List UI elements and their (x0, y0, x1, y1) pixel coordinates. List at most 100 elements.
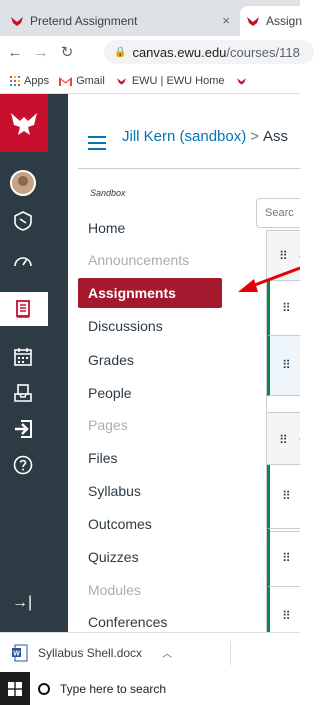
admin-nav[interactable] (8, 206, 38, 236)
url-host: canvas.ewu.edu (132, 44, 227, 60)
chevron-down-icon[interactable]: ⌄ (297, 249, 300, 262)
calendar-nav[interactable] (8, 342, 38, 372)
word-document-icon: W (12, 644, 28, 661)
drag-handle-icon[interactable]: ⠿ (282, 489, 291, 503)
windows-logo-icon (8, 681, 22, 696)
ewu-eagle-icon (11, 17, 23, 26)
course-nav-home[interactable]: Home (88, 220, 125, 236)
ewu-eagle-logo-icon (11, 113, 37, 135)
tab-title: Pretend Assignment (30, 14, 138, 28)
course-nav-announcements[interactable]: Announcements (88, 252, 189, 268)
account-avatar[interactable] (8, 168, 38, 198)
shield-icon (14, 211, 32, 231)
start-button[interactable] (0, 672, 30, 705)
bookmark-label: EWU | EWU Home (131, 74, 225, 87)
browser-tab[interactable]: Pretend Assignment × (10, 6, 238, 36)
dashboard-gauge-icon (14, 257, 32, 267)
assignment-row[interactable]: ⠿ (267, 529, 300, 587)
global-navigation: →| (0, 94, 68, 632)
browser-tab-strip: Pretend Assignment × Assign (0, 0, 310, 36)
lock-icon: 🔒 (114, 46, 127, 58)
header-divider (78, 168, 300, 169)
chevron-down-icon[interactable]: ⌄ (297, 431, 300, 444)
drag-handle-icon[interactable]: ⠿ (282, 551, 291, 565)
course-nav-syllabus[interactable]: Syllabus (88, 483, 141, 499)
browser-tab-active[interactable]: Assign (240, 6, 310, 36)
course-content: Jill Kern (sandbox) > Ass Sandbox Home Ann… (68, 94, 300, 632)
hamburger-menu-icon[interactable] (88, 136, 106, 150)
drag-handle-icon[interactable]: ⠿ (282, 609, 291, 623)
downloads-bar: W Syllabus Shell.docx ︿ (0, 632, 300, 672)
windows-taskbar: Type here to search (0, 672, 300, 705)
course-nav-conferences[interactable]: Conferences (88, 614, 167, 630)
close-tab-icon[interactable]: × (222, 13, 230, 28)
drag-handle-icon[interactable]: ⠿ (282, 301, 291, 315)
dashboard-nav[interactable] (8, 246, 38, 276)
breadcrumb-course-link[interactable]: Jill Kern (sandbox) (122, 128, 246, 145)
course-nav-grades[interactable]: Grades (88, 352, 134, 368)
commons-arrow-icon (15, 420, 32, 438)
avatar-icon (10, 170, 36, 196)
breadcrumb-separator: > (250, 128, 259, 145)
bookmark-label: Gmail (76, 74, 105, 87)
taskbar-search-placeholder: Type here to search (60, 681, 167, 696)
breadcrumb: Jill Kern (sandbox) > Ass (122, 128, 288, 145)
course-nav-quizzes[interactable]: Quizzes (88, 549, 139, 565)
assignment-row[interactable]: ⠿ (267, 281, 300, 336)
inbox-icon (14, 384, 32, 402)
assignment-row[interactable]: ⠿ (267, 336, 300, 396)
bookmark-ewu[interactable] (235, 76, 252, 86)
ewu-logo[interactable] (0, 94, 48, 152)
ewu-eagle-icon (236, 77, 246, 85)
breadcrumb-current: Ass (262, 128, 288, 145)
reload-icon[interactable]: ↻ (56, 43, 78, 61)
bookmarks-bar: Apps Gmail EWU | EWU Home (0, 68, 300, 94)
calendar-icon (14, 348, 32, 366)
ewu-eagle-icon (247, 17, 259, 26)
inbox-nav[interactable] (8, 378, 38, 408)
course-nav-modules[interactable]: Modules (88, 582, 141, 598)
cortana-ring-icon (38, 682, 50, 695)
bookmark-label: Apps (24, 74, 50, 87)
back-arrow-icon[interactable]: ← (4, 44, 26, 61)
course-nav-outcomes[interactable]: Outcomes (88, 516, 152, 532)
bookmark-apps[interactable]: Apps (10, 75, 49, 87)
course-nav-pages[interactable]: Pages (88, 417, 128, 433)
svg-text:W: W (13, 650, 20, 657)
course-nav-label: Sandbox (90, 188, 126, 198)
ewu-eagle-icon (117, 77, 126, 85)
tab-title: Assign (266, 14, 303, 28)
assignment-row[interactable]: ⠿ (267, 465, 300, 529)
gmail-icon (59, 76, 73, 86)
course-nav-discussions[interactable]: Discussions (88, 318, 163, 334)
download-item[interactable]: W Syllabus Shell.docx ︿ (12, 644, 172, 662)
collapse-nav-icon[interactable]: →| (12, 594, 32, 612)
commons-nav[interactable] (8, 414, 38, 444)
assignment-group: ⠿ ⌄ ⠿ ⠿ ⠿ (266, 412, 300, 632)
url-path: /courses/118 (226, 44, 300, 60)
download-filename: Syllabus Shell.docx (38, 645, 143, 660)
book-icon (16, 300, 30, 318)
url-field[interactable]: 🔒 canvas.ewu.edu/courses/118 (104, 40, 314, 64)
course-nav-assignments[interactable]: Assignments (78, 278, 222, 308)
bookmark-ewu-home[interactable]: EWU | EWU Home (115, 75, 225, 87)
drag-handle-icon[interactable]: ⠿ (279, 433, 288, 447)
drag-handle-icon[interactable]: ⠿ (279, 249, 288, 263)
assignment-row[interactable]: ⠿ (267, 587, 300, 632)
chevron-up-icon[interactable]: ︿ (162, 645, 172, 660)
help-nav[interactable] (8, 450, 38, 480)
taskbar-search-field[interactable]: Type here to search (30, 672, 300, 705)
apps-grid-icon (10, 75, 20, 86)
drag-handle-icon[interactable]: ⠿ (282, 358, 291, 372)
courses-nav[interactable] (8, 294, 38, 324)
downloads-divider (230, 641, 231, 665)
course-nav-people[interactable]: People (88, 385, 132, 401)
course-nav-files[interactable]: Files (88, 450, 118, 466)
help-question-icon (13, 455, 33, 475)
assignment-group-header[interactable]: ⠿ ⌄ (267, 413, 300, 465)
bookmark-gmail[interactable]: Gmail (59, 75, 105, 87)
forward-arrow-icon[interactable]: → (30, 44, 52, 61)
address-bar: ← → ↻ 🔒 canvas.ewu.edu/courses/118 (0, 36, 314, 68)
search-assignments-input[interactable]: Searc (256, 198, 300, 228)
assignment-group-header[interactable]: ⠿ ⌄ (267, 231, 300, 281)
